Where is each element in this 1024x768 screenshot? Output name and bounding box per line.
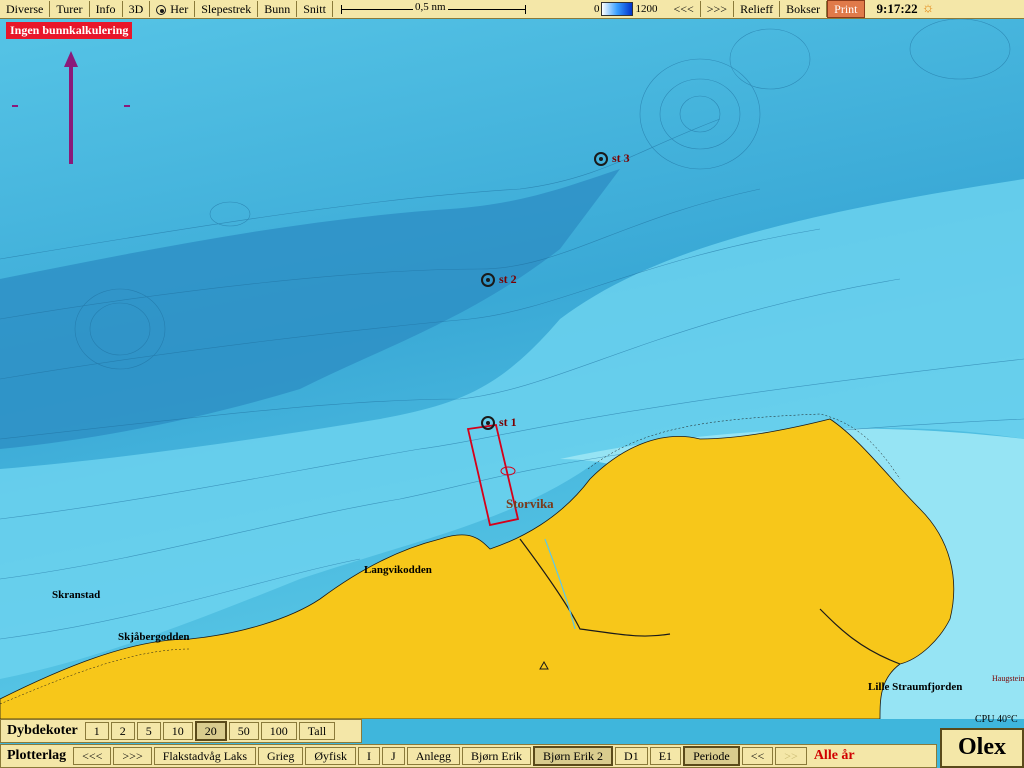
period-prev-button[interactable]: << (741, 747, 774, 765)
layer-i[interactable]: I (358, 747, 381, 765)
chart-map[interactable]: st 3 st 2 st 1 Storvika Langvikodden Skr… (0, 18, 1024, 725)
place-langvikodden: Langvikodden (364, 564, 432, 576)
nav-next-button[interactable]: >>> (701, 1, 735, 17)
station-icon (594, 152, 608, 167)
menu-3d[interactable]: 3D (123, 1, 151, 17)
olex-logo: Olex (940, 728, 1024, 768)
plotter-next-button[interactable]: >>> (113, 747, 152, 765)
depth-scale: 0 1200 (593, 2, 658, 16)
plotter-layer-bar: Plotterlag <<< >>> Flakstadvåg Laks Grie… (0, 744, 937, 768)
period-next-button[interactable]: >> (775, 747, 807, 765)
contour-20[interactable]: 20 (194, 721, 227, 741)
contour-1[interactable]: 1 (84, 722, 109, 740)
scale-tick (524, 5, 526, 14)
contour-100[interactable]: 100 (260, 722, 297, 740)
place-storvika: Storvika (506, 496, 554, 511)
nav-prev-button[interactable]: <<< (667, 1, 701, 17)
depth-min: 0 (593, 3, 600, 15)
contour-50[interactable]: 50 (228, 722, 259, 740)
layer-oyfisk[interactable]: Øyfisk (305, 747, 357, 765)
tool-slepestrek[interactable]: Slepestrek (195, 1, 259, 17)
contour-5[interactable]: 5 (136, 722, 161, 740)
depth-gradient (601, 2, 634, 16)
layer-grieg[interactable]: Grieg (258, 747, 304, 765)
layer-j[interactable]: J (382, 747, 405, 765)
map-canvas (0, 18, 1024, 720)
layer-anlegg[interactable]: Anlegg (406, 747, 461, 765)
place-haugstein: Haugstein (992, 674, 1024, 683)
tool-snitt[interactable]: Snitt (297, 1, 333, 17)
top-toolbar: Diverse Turer Info 3D Her Slepestrek Bun… (0, 0, 1024, 19)
scale-tick (340, 5, 342, 14)
place-skranstad: Skranstad (52, 589, 101, 601)
layer-bjorn-erik-2[interactable]: Bjørn Erik 2 (533, 746, 614, 766)
contour-tall[interactable]: Tall (298, 722, 336, 740)
scale-label: 0,5 nm (412, 1, 448, 13)
station-st2[interactable]: st 2 (481, 272, 517, 288)
depth-contour-label: Dybdekoter (7, 723, 78, 738)
here-button[interactable]: Her (150, 1, 196, 17)
scale-bar: 0,5 nm (340, 1, 526, 17)
relief-button[interactable]: Relieff (734, 1, 781, 17)
place-skjabergodden: Skjåbergodden (118, 631, 190, 643)
layer-e1[interactable]: E1 (649, 747, 682, 765)
contour-10[interactable]: 10 (162, 722, 193, 740)
plotter-prev-button[interactable]: <<< (73, 747, 112, 765)
tool-bunn[interactable]: Bunn (258, 1, 298, 17)
boxes-button[interactable]: Bokser (780, 1, 828, 17)
no-bottom-calculation-alert: Ingen bunnkalkulering (6, 22, 133, 39)
menu-info[interactable]: Info (90, 1, 123, 17)
clock: 9:17:22 (876, 1, 918, 16)
station-st3[interactable]: st 3 (594, 151, 630, 167)
all-years-label[interactable]: Alle år (808, 748, 861, 764)
plotter-label: Plotterlag (7, 748, 67, 763)
target-icon (156, 5, 167, 16)
period-button[interactable]: Periode (683, 746, 740, 766)
depth-max: 1200 (635, 3, 658, 15)
menu-diverse[interactable]: Diverse (0, 1, 51, 17)
place-lille-straumfjorden: Lille Straumfjorden (868, 681, 963, 693)
menu-turer[interactable]: Turer (50, 1, 90, 17)
station-st1[interactable]: st 1 (481, 415, 517, 431)
station-icon (481, 273, 495, 288)
sun-icon: ☼ (921, 1, 935, 16)
here-label: Her (170, 2, 189, 16)
cpu-temp: CPU 40°C (975, 714, 1018, 725)
contour-2[interactable]: 2 (110, 722, 135, 740)
print-button[interactable]: Print (827, 0, 865, 18)
layer-d1[interactable]: D1 (615, 747, 648, 765)
depth-contour-bar: Dybdekoter 1 2 5 10 20 50 100 Tall (0, 719, 362, 743)
station-icon (481, 416, 495, 431)
layer-bjorn-erik[interactable]: Bjørn Erik (462, 747, 532, 765)
layer-flakstadvag-laks[interactable]: Flakstadvåg Laks (153, 747, 257, 765)
